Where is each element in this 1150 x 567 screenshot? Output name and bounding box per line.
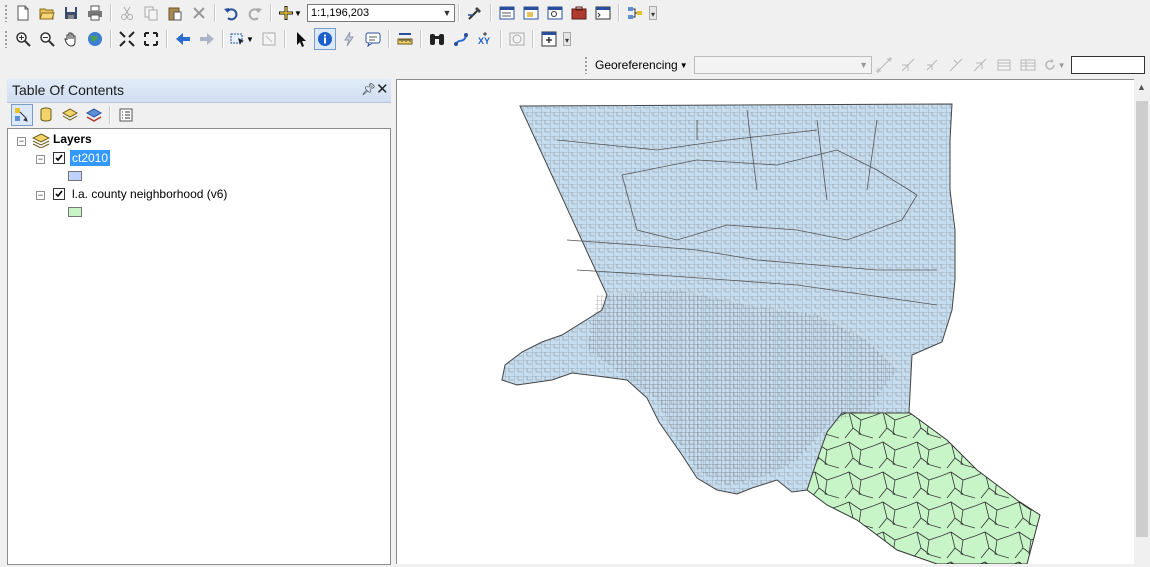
redo-icon[interactable] — [244, 2, 266, 24]
editor-toolbar-icon[interactable] — [464, 2, 486, 24]
pan-icon[interactable] — [60, 28, 82, 50]
toolbar-grip[interactable] — [4, 30, 8, 48]
standard-toolbar: ▼ 1:1,196,203 ▼ ▾ — [0, 0, 657, 26]
measure-icon[interactable] — [394, 28, 416, 50]
delete-icon[interactable] — [188, 2, 210, 24]
toc-tree: − Layers − ct2010 − l.a. county neighbor… — [7, 128, 391, 565]
scroll-up-icon[interactable]: ▲ — [1137, 82, 1146, 92]
open-icon[interactable] — [36, 2, 58, 24]
rotate-icon[interactable] — [921, 54, 943, 76]
link-table-icon[interactable] — [1017, 54, 1039, 76]
chevron-down-icon[interactable]: ▼ — [440, 5, 454, 21]
create-viewer-icon[interactable] — [538, 28, 560, 50]
paste-icon[interactable] — [164, 2, 186, 24]
table-of-contents-panel: Table Of Contents 📌︎ ✕ − Layers − ct2010… — [7, 79, 391, 565]
toc-window-icon[interactable] — [496, 2, 518, 24]
georeferencing-menu[interactable]: Georeferencing ▼ — [591, 58, 692, 72]
neighborhood-layer — [806, 412, 1041, 565]
hyperlink-icon[interactable] — [338, 28, 360, 50]
auto-hide-pin-icon[interactable]: 📌︎ — [361, 82, 376, 96]
georeferencing-toolbar: Georeferencing ▼ ▼ ▼ — [580, 52, 1145, 78]
auto-adjust-icon[interactable] — [897, 54, 919, 76]
add-data-icon[interactable]: ▼ — [276, 2, 304, 24]
georef-layer-combo[interactable]: ▼ — [693, 56, 872, 74]
tools-toolbar: ▼ XY ▾ — [0, 26, 571, 52]
go-to-xy-icon[interactable]: XY — [474, 28, 496, 50]
undo-icon[interactable] — [220, 2, 242, 24]
collapse-icon[interactable]: − — [36, 191, 45, 200]
toolbar-grip[interactable] — [4, 4, 8, 22]
cut-icon[interactable] — [116, 2, 138, 24]
collapse-icon[interactable]: − — [36, 155, 45, 164]
model-builder-icon[interactable] — [624, 2, 646, 24]
full-extent-icon[interactable] — [84, 28, 106, 50]
find-icon[interactable] — [426, 28, 448, 50]
fixed-zoom-in-icon[interactable] — [116, 28, 138, 50]
rotate-options-icon[interactable]: ▼ — [1041, 54, 1067, 76]
new-icon[interactable] — [12, 2, 34, 24]
svg-text:XY: XY — [478, 36, 490, 46]
toolbar-options-icon[interactable]: ▾ — [649, 6, 657, 20]
layer-visibility-checkbox[interactable] — [53, 188, 65, 200]
save-icon[interactable] — [60, 2, 82, 24]
zoom-in-icon[interactable] — [12, 28, 34, 50]
forward-extent-icon[interactable] — [196, 28, 218, 50]
toolbar-grip[interactable] — [584, 56, 588, 74]
python-window-icon[interactable] — [592, 2, 614, 24]
close-icon[interactable]: ✕ — [376, 80, 389, 98]
print-icon[interactable] — [84, 2, 106, 24]
identify-icon[interactable] — [314, 28, 336, 50]
fixed-zoom-out-icon[interactable] — [140, 28, 162, 50]
zoom-out-icon[interactable] — [36, 28, 58, 50]
layer-name[interactable]: ct2010 — [70, 150, 111, 166]
catalog-window-icon[interactable] — [520, 2, 542, 24]
select-elements-icon[interactable] — [290, 28, 312, 50]
arctoolbox-icon[interactable] — [568, 2, 590, 24]
list-by-source-icon[interactable] — [35, 104, 57, 126]
map-display[interactable] — [396, 79, 1134, 565]
add-control-points-icon[interactable] — [873, 54, 895, 76]
scrollbar-thumb[interactable] — [1136, 101, 1148, 537]
georeferencing-label: Georeferencing — [595, 58, 678, 72]
time-slider-icon[interactable] — [506, 28, 528, 50]
search-window-icon[interactable] — [544, 2, 566, 24]
layer-symbol-swatch[interactable] — [68, 207, 82, 217]
shift-icon[interactable] — [945, 54, 967, 76]
toc-title-bar: Table Of Contents 📌︎ ✕ — [7, 79, 391, 103]
map-canvas[interactable] — [397, 80, 1134, 565]
html-popup-icon[interactable] — [362, 28, 384, 50]
data-frame-layers[interactable]: Layers — [53, 132, 92, 146]
list-by-visibility-icon[interactable] — [59, 104, 81, 126]
layer-visibility-checkbox[interactable] — [53, 152, 65, 164]
map-scale-value: 1:1,196,203 — [311, 7, 370, 19]
scale-icon[interactable] — [969, 54, 991, 76]
toc-title: Table Of Contents — [12, 82, 125, 98]
view-link-table-icon[interactable] — [993, 54, 1015, 76]
chevron-down-icon[interactable]: ▼ — [857, 57, 871, 73]
collapse-icon[interactable]: − — [17, 137, 26, 146]
clear-selection-icon[interactable] — [258, 28, 280, 50]
list-by-selection-icon[interactable] — [83, 104, 105, 126]
chevron-down-icon: ▼ — [679, 60, 688, 70]
map-vertical-scrollbar[interactable]: ▲ — [1134, 79, 1150, 563]
find-route-icon[interactable] — [450, 28, 472, 50]
list-by-drawing-order-icon[interactable] — [11, 104, 33, 126]
layers-icon — [31, 132, 51, 149]
copy-icon[interactable] — [140, 2, 162, 24]
toc-toolbar — [7, 103, 138, 127]
select-features-icon[interactable]: ▼ — [228, 28, 256, 50]
options-icon[interactable] — [115, 104, 137, 126]
back-extent-icon[interactable] — [172, 28, 194, 50]
georef-value-input[interactable] — [1070, 56, 1145, 74]
layer-symbol-swatch[interactable] — [68, 171, 82, 181]
toolbar-options-icon[interactable]: ▾ — [563, 32, 571, 46]
layer-name[interactable]: l.a. county neighborhood (v6) — [72, 187, 227, 201]
map-scale-combo[interactable]: 1:1,196,203 ▼ — [307, 4, 455, 22]
